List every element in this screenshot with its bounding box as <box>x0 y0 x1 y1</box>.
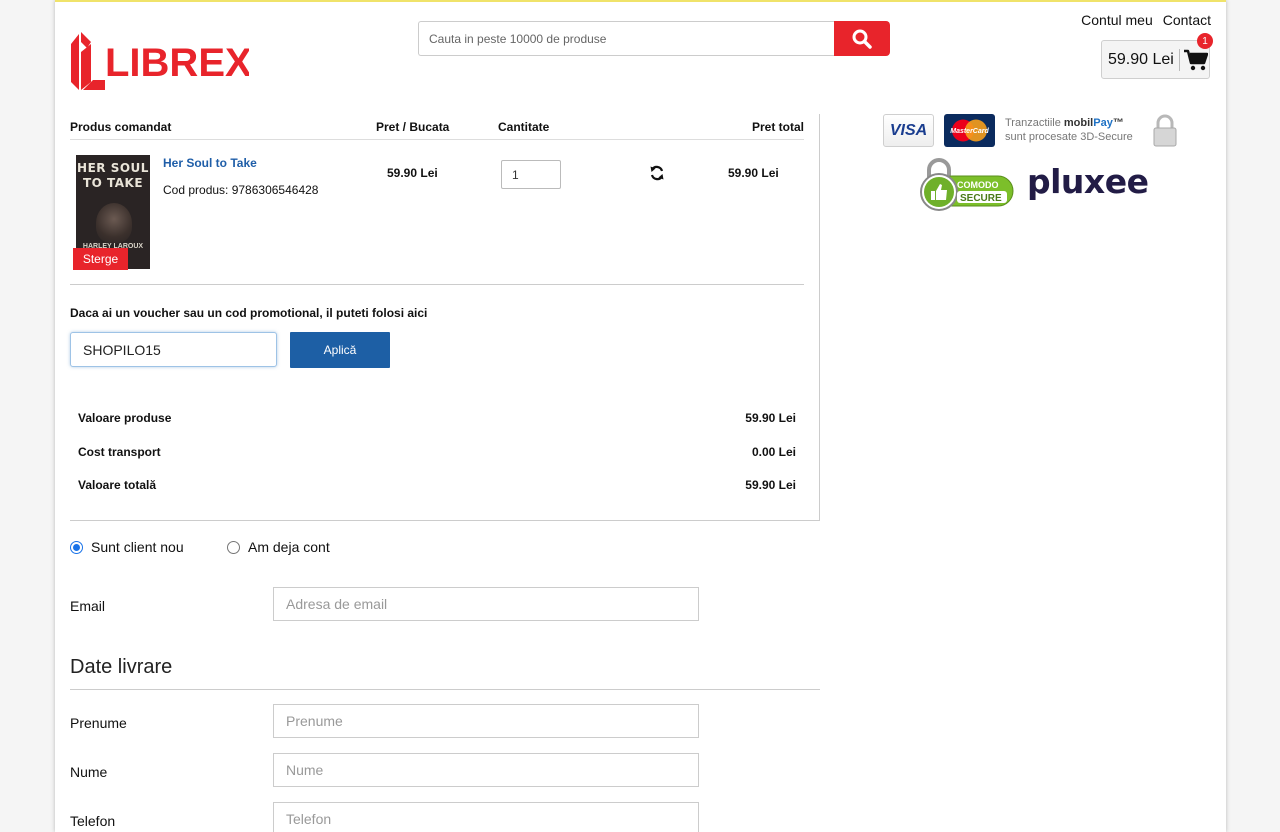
unit-price: 59.90 Lei <box>387 166 438 180</box>
mobilpay-prefix: Tranzactiile <box>1005 117 1064 129</box>
last-name-label: Nume <box>70 764 108 780</box>
radio-existing-account[interactable]: Am deja cont <box>227 539 330 555</box>
delivery-section-title: Date livrare <box>70 656 173 678</box>
cover-title: HER SOUL TO TAKE <box>77 161 149 190</box>
col-header-unit-price: Pret / Bucata <box>376 120 450 134</box>
apply-voucher-button[interactable]: Aplică <box>290 332 390 368</box>
comodo-bottom-text: SECURE <box>960 193 1002 204</box>
summary-label-total: Valoare totală <box>78 478 157 492</box>
visa-logo: VISA <box>883 114 934 147</box>
product-title-link[interactable]: Her Soul to Take <box>163 156 257 170</box>
last-name-field[interactable] <box>273 753 699 787</box>
item-divider <box>70 284 804 285</box>
cart-total: 59.90 Lei <box>1102 48 1180 71</box>
search-bar <box>418 21 890 57</box>
padlock-icon <box>1152 114 1178 153</box>
col-header-product: Produs comandat <box>70 120 172 134</box>
mobilpay-notice: Tranzactiile mobilPay™ sunt procesate 3D… <box>1005 116 1133 144</box>
radio-new-client[interactable]: Sunt client nou <box>70 539 184 555</box>
product-code: Cod produs: 9786306546428 <box>163 183 319 197</box>
col-header-total: Pret total <box>752 120 805 134</box>
cart-icon <box>1184 49 1208 70</box>
search-icon <box>852 29 872 49</box>
radio-new-client-label: Sunt client nou <box>91 539 184 555</box>
email-field[interactable] <box>273 587 699 621</box>
cart-count-badge: 1 <box>1197 33 1213 49</box>
mobilpay-line2: sunt procesate 3D-Secure <box>1005 131 1133 143</box>
first-name-field[interactable] <box>273 704 699 738</box>
logo-text: LIBREX <box>105 41 249 85</box>
logo-graphic: LIBREX <box>71 32 252 90</box>
nav-link-account[interactable]: Contul meu <box>1081 12 1153 28</box>
delivery-divider <box>70 689 820 690</box>
line-total: 59.90 Lei <box>728 166 779 180</box>
summary-label-products: Valoare produse <box>78 411 172 425</box>
search-button[interactable] <box>834 21 890 56</box>
header-divider <box>70 139 804 140</box>
librex-logo[interactable]: LIBREX <box>69 30 252 94</box>
page: LIBREX Contul meu Contact 59.90 Lei 1 Pr… <box>55 0 1226 832</box>
order-summary: Produs comandat Pret / Bucata Cantitate … <box>70 114 820 521</box>
radio-new-client-dot[interactable] <box>70 540 83 554</box>
cart-button[interactable]: 59.90 Lei 1 <box>1101 33 1213 79</box>
first-name-label: Prenume <box>70 715 127 731</box>
phone-field[interactable] <box>273 802 699 832</box>
search-input[interactable] <box>418 21 835 56</box>
nav-link-contact[interactable]: Contact <box>1163 12 1211 28</box>
mobilpay-tm: ™ <box>1112 117 1124 129</box>
summary-value-products: 59.90 Lei <box>745 411 796 425</box>
phone-label: Telefon <box>70 813 116 829</box>
refresh-quantity-button[interactable] <box>649 165 665 186</box>
col-header-quantity: Cantitate <box>498 120 550 134</box>
voucher-input[interactable] <box>70 332 277 367</box>
top-nav: Contul meu Contact <box>1081 12 1211 28</box>
mastercard-graphic: MasterCard <box>950 119 989 142</box>
remove-item-button[interactable]: Sterge <box>73 248 128 270</box>
summary-value-total: 59.90 Lei <box>745 478 796 492</box>
summary-label-shipping: Cost transport <box>78 445 161 459</box>
radio-existing-account-label: Am deja cont <box>248 539 330 555</box>
comodo-graphic: COMODO SECURE <box>920 158 1014 211</box>
quantity-input[interactable] <box>501 160 561 189</box>
comodo-top-text: COMODO <box>957 180 999 190</box>
cover-art <box>96 203 132 243</box>
pluxee-logo: pluxee <box>1027 162 1149 201</box>
mobilpay-brand-pay: Pay <box>1093 117 1113 129</box>
summary-value-shipping: 0.00 Lei <box>751 445 796 459</box>
comodo-secure-badge: COMODO SECURE <box>917 158 1017 219</box>
mastercard-logo: MasterCard <box>944 114 995 147</box>
radio-existing-account-dot[interactable] <box>227 540 240 554</box>
voucher-label: Daca ai un voucher sau un cod promotiona… <box>70 306 428 320</box>
email-label: Email <box>70 598 106 614</box>
mobilpay-brand-mobil: mobil <box>1063 117 1094 129</box>
mastercard-text: MasterCard <box>950 128 989 135</box>
refresh-icon <box>650 165 664 181</box>
